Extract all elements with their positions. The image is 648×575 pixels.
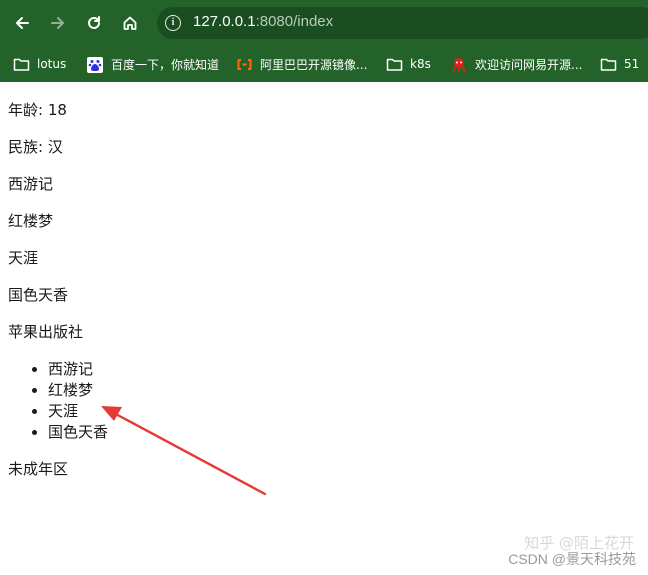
csdn-watermark: CSDN @景天科技苑 [508, 551, 636, 567]
annotation-arrow-icon [101, 406, 267, 496]
